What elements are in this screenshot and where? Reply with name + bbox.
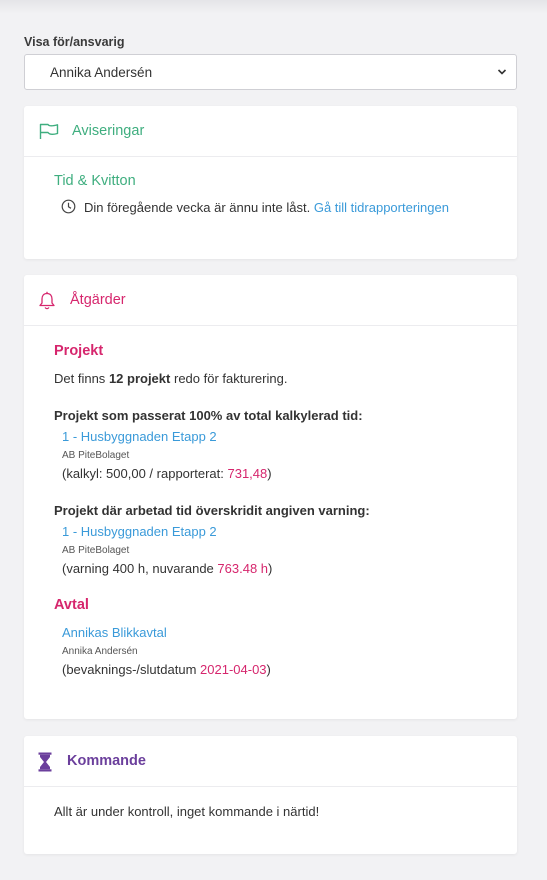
notifications-title: Aviseringar bbox=[72, 123, 145, 139]
agreement-detail-prefix: (bevaknings-/slutdatum bbox=[62, 662, 197, 677]
actions-card: Åtgärder Projekt Det finns 12 projekt re… bbox=[24, 275, 517, 719]
flag-icon bbox=[39, 123, 59, 139]
over-budget-detail-suffix: ) bbox=[267, 466, 272, 481]
over-warning-heading: Projekt där arbetad tid överskridit angi… bbox=[54, 503, 370, 518]
over-warning-detail: (varning 400 h, nuvarande 763.48 h) bbox=[62, 561, 272, 576]
over-budget-project-link[interactable]: 1 - Husbyggnaden Etapp 2 bbox=[62, 429, 217, 444]
filter-label: Visa för/ansvarig bbox=[24, 35, 125, 49]
over-budget-customer: AB PiteBolaget bbox=[62, 450, 130, 461]
responsible-select[interactable]: Annika Andersén bbox=[24, 54, 517, 90]
upcoming-card: Kommande Allt är under kontroll, inget k… bbox=[24, 736, 517, 854]
over-warning-customer: AB PiteBolaget bbox=[62, 545, 130, 556]
over-warning-detail-prefix: (varning 400 h, nuvarande bbox=[62, 561, 214, 576]
actions-title: Åtgärder bbox=[70, 292, 126, 308]
over-budget-detail-value: 731,48 bbox=[227, 466, 268, 481]
upcoming-title: Kommande bbox=[67, 753, 146, 769]
notifications-card-header: Aviseringar bbox=[24, 106, 517, 157]
agreement-detail-value: 2021-04-03 bbox=[200, 662, 267, 677]
agreement-detail-suffix: ) bbox=[266, 662, 271, 677]
over-warning-detail-value: 763.48 h bbox=[217, 561, 269, 576]
over-budget-detail: (kalkyl: 500,00 / rapporterat: 731,48) bbox=[62, 466, 272, 481]
hourglass-icon bbox=[38, 752, 52, 772]
over-warning-detail-suffix: ) bbox=[268, 561, 273, 576]
time-receipts-title: Tid & Kvitton bbox=[54, 173, 136, 189]
go-to-time-reporting-link[interactable]: Gå till tidrapporteringen bbox=[314, 200, 449, 215]
over-budget-detail-prefix: (kalkyl: 500,00 / rapporterat: bbox=[62, 466, 224, 481]
agreement-detail: (bevaknings-/slutdatum 2021-04-03) bbox=[62, 662, 271, 677]
projects-summary-prefix: Det finns bbox=[54, 371, 106, 386]
notifications-card: Aviseringar Tid & Kvitton Din föregående… bbox=[24, 106, 517, 259]
bell-icon bbox=[39, 291, 55, 310]
actions-card-header: Åtgärder bbox=[24, 275, 517, 326]
over-budget-heading: Projekt som passerat 100% av total kalky… bbox=[54, 408, 363, 423]
responsible-select-value: Annika Andersén bbox=[50, 65, 153, 80]
week-not-locked-text: Din föregående vecka är ännu inte låst. bbox=[84, 200, 311, 215]
agreement-owner: Annika Andersén bbox=[62, 646, 138, 657]
projects-title: Projekt bbox=[54, 343, 104, 359]
upcoming-card-header: Kommande bbox=[24, 736, 517, 787]
projects-summary: Det finns 12 projekt redo för fakturerin… bbox=[54, 371, 287, 386]
projects-summary-count: 12 projekt bbox=[108, 371, 171, 386]
top-shadow bbox=[0, 0, 547, 14]
clock-icon bbox=[61, 199, 76, 214]
week-not-locked-message: Din föregående vecka är ännu inte låst. … bbox=[84, 200, 449, 215]
agreements-title: Avtal bbox=[54, 597, 89, 613]
upcoming-message: Allt är under kontroll, inget kommande i… bbox=[54, 804, 320, 819]
projects-summary-suffix: redo för fakturering. bbox=[173, 371, 288, 386]
chevron-down-icon bbox=[497, 69, 507, 75]
agreement-link[interactable]: Annikas Blikkavtal bbox=[62, 625, 167, 640]
over-warning-project-link[interactable]: 1 - Husbyggnaden Etapp 2 bbox=[62, 524, 217, 539]
